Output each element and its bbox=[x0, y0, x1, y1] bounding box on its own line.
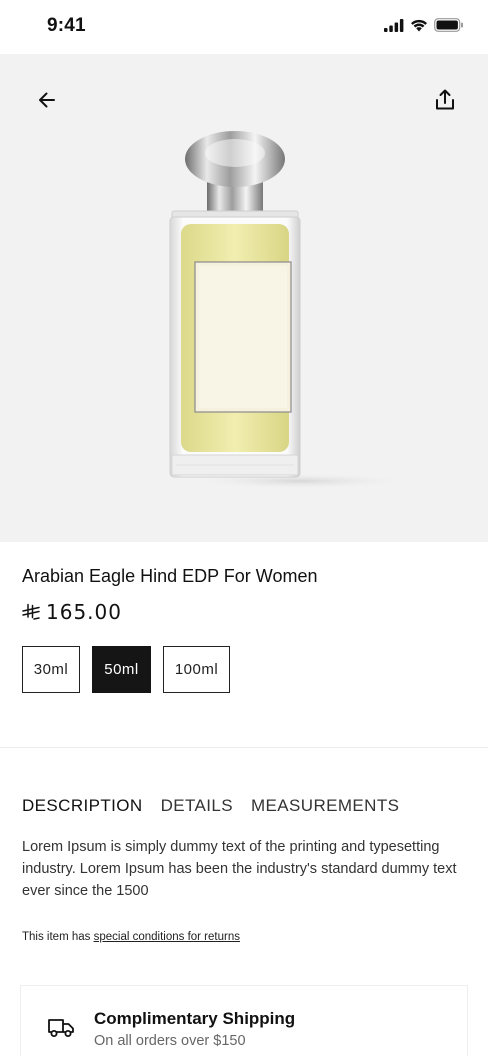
returns-conditions-link[interactable]: special conditions for returns bbox=[94, 931, 240, 943]
share-button[interactable] bbox=[429, 84, 461, 116]
info-tabs: DESCRIPTION DETAILS MEASUREMENTS bbox=[22, 796, 399, 816]
truck-icon bbox=[48, 1019, 74, 1037]
arrow-left-icon bbox=[39, 92, 55, 108]
product-photo bbox=[150, 129, 420, 499]
size-option-30ml[interactable]: 30ml bbox=[22, 646, 80, 693]
cellular-signal-icon bbox=[384, 18, 404, 32]
status-icons bbox=[384, 18, 464, 32]
description-text: Lorem Ipsum is simply dummy text of the … bbox=[22, 839, 457, 899]
wifi-icon bbox=[411, 19, 427, 31]
currency-icon bbox=[22, 603, 40, 620]
size-selector: 30ml 50ml 100ml bbox=[22, 646, 230, 693]
product-title: Arabian Eagle Hind EDP For Women bbox=[22, 566, 318, 586]
size-option-100ml[interactable]: 100ml bbox=[163, 646, 230, 693]
size-option-50ml[interactable]: 50ml bbox=[92, 646, 151, 693]
tab-measurements[interactable]: MEASUREMENTS bbox=[251, 796, 399, 816]
tab-details[interactable]: DETAILS bbox=[161, 796, 233, 816]
shipping-subtitle: On all orders over $150 bbox=[94, 1033, 246, 1049]
shipping-card: Complimentary Shipping On all orders ove… bbox=[20, 985, 468, 1056]
product-price: 165.00 bbox=[46, 600, 122, 624]
status-bar: 9:41 bbox=[0, 0, 488, 54]
status-time: 9:41 bbox=[47, 15, 86, 36]
section-divider bbox=[0, 747, 488, 748]
back-button[interactable] bbox=[31, 84, 63, 116]
battery-icon bbox=[434, 18, 463, 32]
perfume-bottle-image bbox=[169, 131, 410, 489]
share-icon bbox=[436, 89, 454, 110]
tab-description[interactable]: DESCRIPTION bbox=[22, 796, 143, 816]
price-row: 165.00 bbox=[22, 600, 122, 624]
product-image-area bbox=[0, 54, 488, 542]
returns-note: This item has special conditions for ret… bbox=[22, 931, 240, 943]
returns-prefix: This item has bbox=[22, 931, 91, 943]
shipping-title: Complimentary Shipping bbox=[94, 1009, 296, 1028]
